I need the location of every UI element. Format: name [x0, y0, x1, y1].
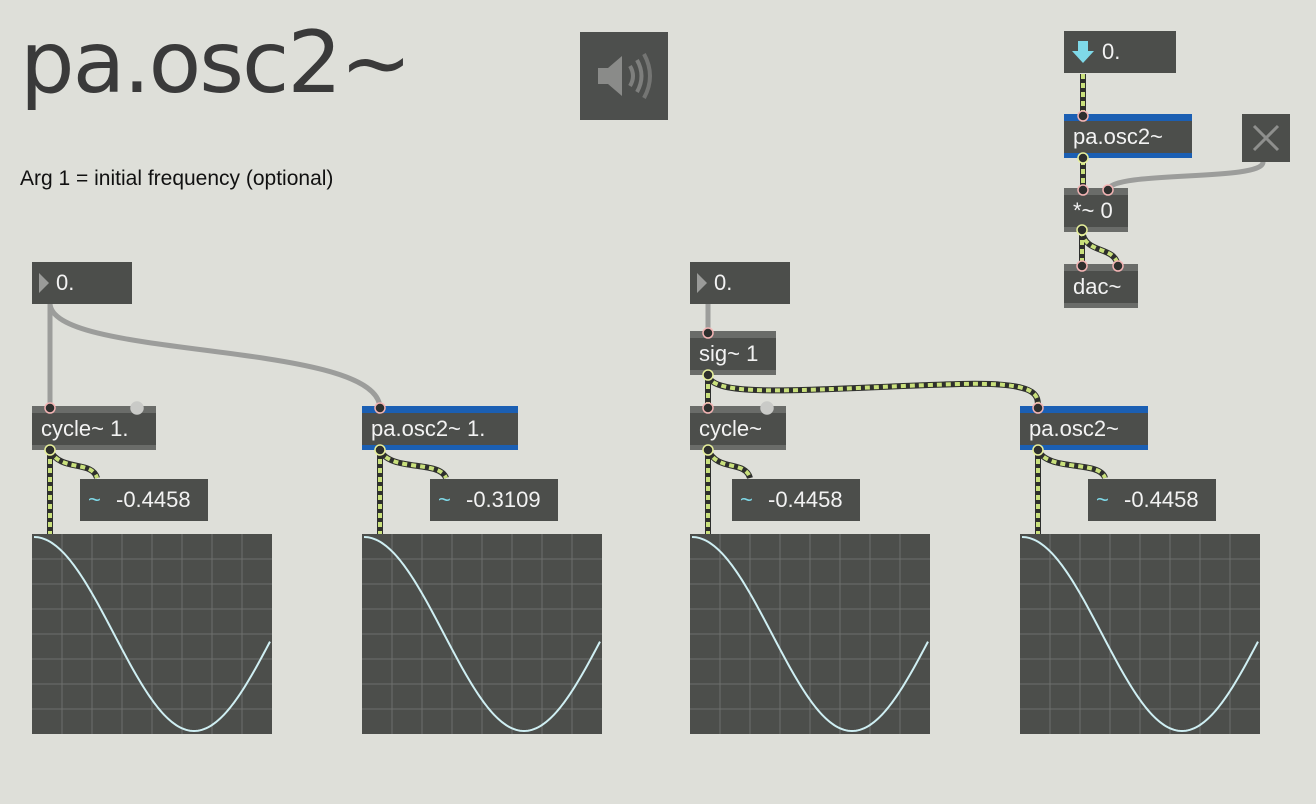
scope-canvas [690, 534, 930, 734]
signal-value: -0.4458 [116, 487, 191, 512]
oscilloscope-2[interactable] [362, 534, 602, 734]
play-triangle-icon [39, 273, 49, 293]
signal-value: -0.4458 [768, 487, 843, 512]
object-label: cycle~ 1. [41, 416, 129, 441]
signal-value-display: ~ -0.4458 [1088, 479, 1216, 521]
oscilloscope-4[interactable] [1020, 534, 1260, 734]
signal-value: -0.4458 [1124, 487, 1199, 512]
close-icon [1252, 124, 1280, 152]
wave-icon: ~ [88, 487, 101, 512]
signal-cords-dash [48, 74, 1120, 535]
frequency-number-box-right[interactable]: 0. [690, 262, 790, 304]
wave-icon: ~ [740, 487, 753, 512]
audio-toggle-button[interactable] [580, 32, 668, 120]
scope-canvas [362, 534, 602, 734]
multiply-object[interactable]: *~ 0 [1064, 188, 1128, 232]
signal-value-display: ~ -0.4458 [732, 479, 860, 521]
signal-cords-base [47, 74, 1121, 535]
cycle-object-1[interactable]: cycle~ 1. [32, 406, 156, 450]
cycle-object-2[interactable]: cycle~ [690, 406, 786, 450]
number-value: 0. [714, 270, 733, 295]
dac-object[interactable]: dac~ [1064, 264, 1138, 308]
object-label: *~ 0 [1073, 198, 1113, 223]
number-value: 0. [1102, 39, 1121, 64]
pa-osc2-object-1[interactable]: pa.osc2~ 1. [362, 406, 518, 450]
down-arrow-icon [1072, 41, 1094, 63]
speaker-icon [598, 53, 652, 99]
scope-canvas [32, 534, 272, 734]
pa-osc2-object-2[interactable]: pa.osc2~ [1020, 406, 1148, 450]
play-triangle-icon [697, 273, 707, 293]
wave-icon: ~ [1096, 487, 1109, 512]
object-label: pa.osc2~ [1029, 416, 1119, 441]
object-label: cycle~ [699, 416, 762, 441]
patch-title: pa.osc2~ [20, 13, 412, 113]
sig-object[interactable]: sig~ 1 [690, 331, 776, 375]
wave-icon: ~ [438, 487, 451, 512]
cord-toggle-to-mult [1105, 159, 1266, 193]
pa-osc2-object-top[interactable]: pa.osc2~ [1064, 114, 1192, 158]
signal-value-display: ~ -0.4458 [80, 479, 208, 521]
object-label: pa.osc2~ [1073, 124, 1163, 149]
oscilloscope-1[interactable] [32, 534, 272, 734]
signal-value: -0.3109 [466, 487, 541, 512]
scope-canvas [1020, 534, 1260, 734]
object-label: dac~ [1073, 274, 1122, 299]
oscilloscope-3[interactable] [690, 534, 930, 734]
object-label: pa.osc2~ 1. [371, 416, 486, 441]
cord-number-to-osc [47, 300, 383, 411]
signal-value-display: ~ -0.3109 [430, 479, 558, 521]
frequency-number-box-top[interactable]: 0. [1064, 31, 1176, 73]
object-label: sig~ 1 [699, 341, 759, 366]
argument-comment: Arg 1 = initial frequency (optional) [20, 167, 334, 190]
audio-toggle[interactable] [1242, 114, 1290, 162]
frequency-number-box-left[interactable]: 0. [32, 262, 132, 304]
number-value: 0. [56, 270, 75, 295]
